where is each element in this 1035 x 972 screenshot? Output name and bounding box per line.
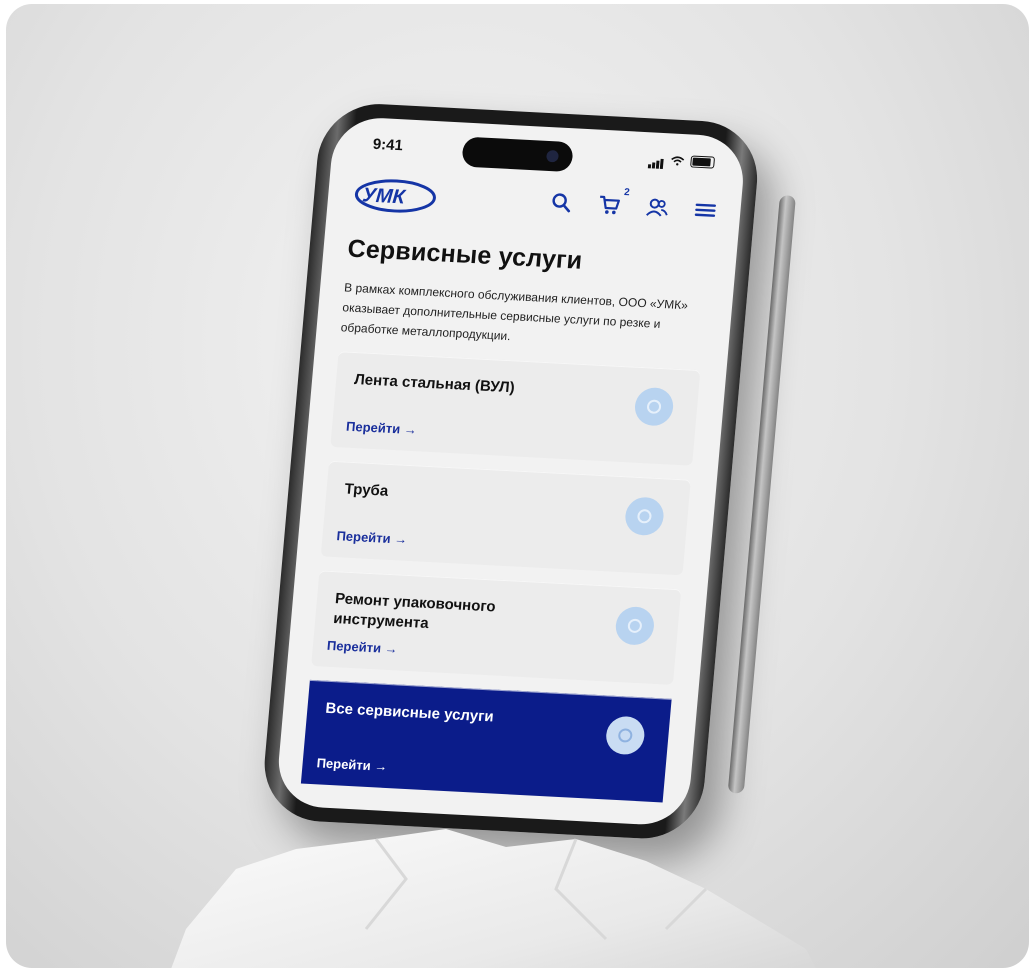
service-card-steel-tape[interactable]: Лента стальная (ВУЛ) Перейти → <box>330 351 701 466</box>
top-nav: УМК 2 <box>326 168 742 239</box>
scene-background: 9:41 УМК 2 Сервисные услуги В рамках ком… <box>6 4 1029 968</box>
phone-mockup: 9:41 УМК 2 Сервисные услуги В рамках ком… <box>258 101 796 863</box>
service-card-title: Все сервисные услуги <box>324 699 495 726</box>
service-icon <box>623 496 666 537</box>
cart-icon <box>600 195 620 215</box>
service-card-link[interactable]: Перейти → <box>316 755 388 774</box>
signal-icon <box>647 150 666 169</box>
search-icon[interactable] <box>547 189 575 216</box>
arrow-icon <box>604 715 646 756</box>
menu-icon[interactable] <box>691 197 719 224</box>
service-icon <box>633 386 675 427</box>
service-card-all-services[interactable]: Все сервисные услуги Перейти → <box>300 679 672 803</box>
service-card-title: Лента стальная (ВУЛ) <box>353 371 516 397</box>
service-card-tool-repair[interactable]: Ремонт упаковочного инструмента Перейти … <box>311 570 682 685</box>
page-content: Сервисные услуги В рамках комплексного о… <box>300 235 719 817</box>
phone-screen: 9:41 УМК 2 Сервисные услуги В рамках ком… <box>274 115 747 827</box>
service-card-link[interactable]: Перейти → <box>326 638 398 657</box>
stone-pedestal <box>171 829 816 968</box>
service-card-pipe[interactable]: Труба Перейти → <box>320 460 691 576</box>
umk-logo[interactable]: УМК <box>353 177 438 215</box>
service-card-title: Ремонт упаковочного инструмента <box>332 590 497 633</box>
user-icon[interactable] <box>643 194 671 221</box>
wifi-icon <box>671 156 685 166</box>
cart-button[interactable]: 2 <box>595 187 630 219</box>
service-card-link[interactable]: Перейти → <box>336 528 408 547</box>
page-description: В рамках комплексного обслуживания клиен… <box>340 280 689 344</box>
status-time: 9:41 <box>372 135 404 155</box>
phone-body: 9:41 УМК 2 Сервисные услуги В рамках ком… <box>259 101 763 842</box>
cart-count-badge: 2 <box>623 186 631 199</box>
page-title: Сервисные услуги <box>346 234 584 275</box>
service-card-link[interactable]: Перейти → <box>346 419 418 438</box>
battery-icon <box>690 155 716 169</box>
service-card-title: Труба <box>343 480 389 500</box>
dynamic-island <box>461 136 574 173</box>
logo-text: УМК <box>361 184 407 208</box>
status-icons <box>647 150 716 171</box>
service-icon <box>614 605 656 646</box>
